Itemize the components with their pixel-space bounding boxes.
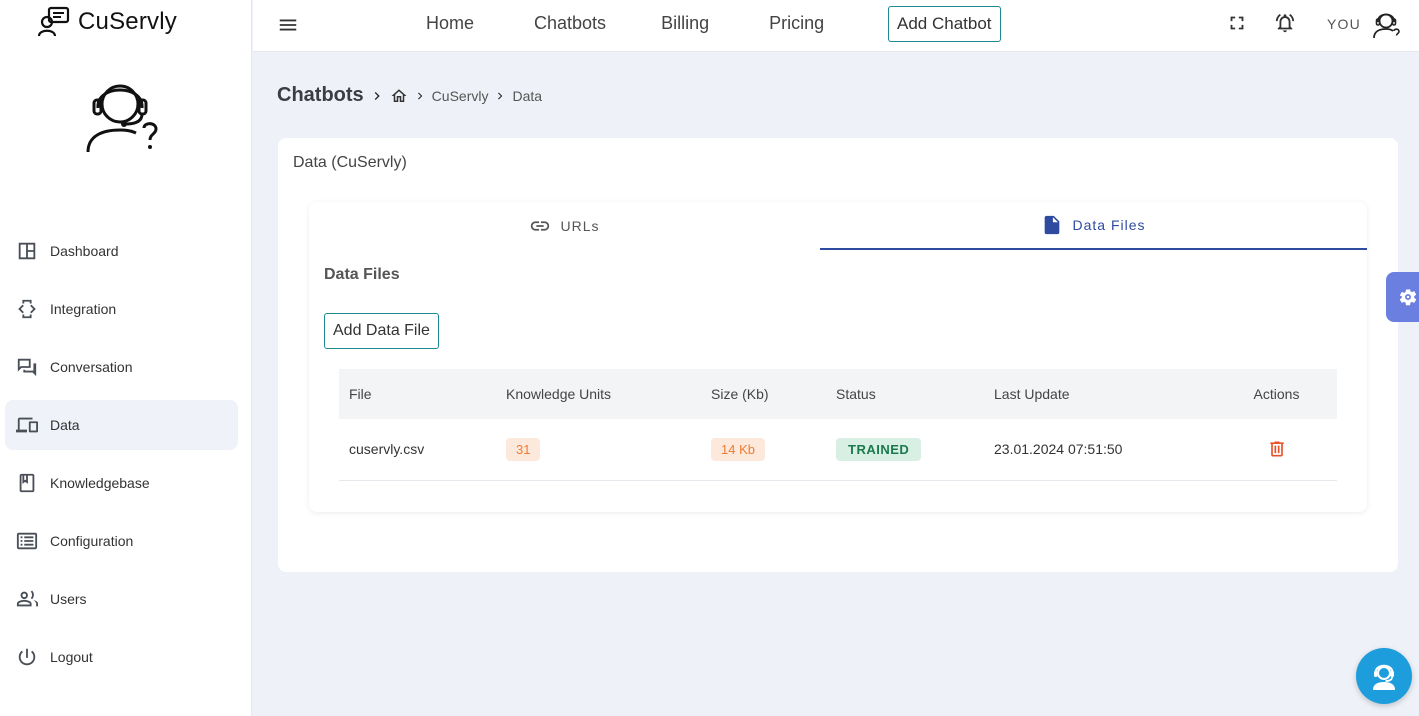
sidebar-item-label: Conversation <box>50 359 133 375</box>
fullscreen-icon <box>1230 16 1244 30</box>
hamburger-icon <box>279 19 297 31</box>
delete-icon[interactable] <box>1267 439 1287 459</box>
home-icon[interactable] <box>390 87 408 105</box>
column-header[interactable]: Status <box>826 369 984 419</box>
knowledge-units-badge: 31 <box>506 437 541 461</box>
devices-icon <box>16 417 38 433</box>
breadcrumb-title[interactable]: Chatbots <box>277 84 364 107</box>
nav-home[interactable]: Home <box>426 13 474 34</box>
sidebar-item-label: Knowledgebase <box>50 475 150 491</box>
sidebar-item-integration[interactable]: Integration <box>5 284 238 334</box>
brand[interactable]: CuServly <box>38 6 177 38</box>
sidebar-item-configuration[interactable]: Configuration <box>5 516 238 566</box>
sidebar-item-knowledgebase[interactable]: Knowledgebase <box>5 458 238 508</box>
power-icon <box>18 648 36 666</box>
gear-icon <box>1399 289 1417 306</box>
section-title: Data Files <box>324 266 400 283</box>
users-icon <box>16 590 38 607</box>
breadcrumb: Chatbots CuServly Data <box>277 84 542 107</box>
sidebar-item-label: Logout <box>50 649 93 665</box>
brand-name: CuServly <box>78 8 177 35</box>
chevron-right-icon <box>417 92 423 99</box>
table-header-row: File Knowledge Units Size (Kb) Status La… <box>339 369 1337 419</box>
card-title: Data (CuServly) <box>293 154 407 171</box>
column-header[interactable]: File <box>339 369 496 419</box>
chevron-right-icon <box>498 92 503 99</box>
breadcrumb-item-current: Data <box>512 87 543 104</box>
file-icon <box>1045 215 1060 235</box>
nav-pricing[interactable]: Pricing <box>769 13 824 34</box>
data-panel: URLs Data Files Data Files Add Data File… <box>309 202 1367 512</box>
file-name: cuservly.csv <box>349 441 425 458</box>
tab-label: URLs <box>560 218 600 234</box>
tab-data-files[interactable]: Data Files <box>820 202 1367 250</box>
data-card: Data (CuServly) URLs Data Files Data Fil… <box>278 138 1398 572</box>
sidebar-item-dashboard[interactable]: Dashboard <box>5 226 238 276</box>
sidebar-item-conversation[interactable]: Conversation <box>5 342 238 392</box>
chevron-right-icon <box>374 91 380 100</box>
menu-toggle-button[interactable] <box>277 14 299 36</box>
sidebar-item-label: Data <box>50 417 80 433</box>
sidebar-item-data[interactable]: Data <box>5 400 238 450</box>
support-agent-avatar-icon <box>1373 13 1400 39</box>
last-update: 23.01.2024 07:51:50 <box>994 441 1123 458</box>
status-badge: TRAINED <box>836 437 922 461</box>
link-icon <box>531 221 550 231</box>
book-icon <box>19 473 35 493</box>
sidebar-item-logout[interactable]: Logout <box>5 632 238 682</box>
settings-button[interactable] <box>1386 272 1419 322</box>
integration-icon <box>18 299 36 319</box>
main-nav: Home Chatbots Billing Pricing <box>426 0 875 46</box>
tabs: URLs Data Files <box>309 202 1367 250</box>
sidebar-menu: Dashboard Integration Conversation Data … <box>5 226 238 690</box>
top-bar: Home Chatbots Billing Pricing Add Chatbo… <box>253 0 1419 52</box>
add-data-file-button[interactable]: Add Data File <box>324 313 439 349</box>
tab-urls[interactable]: URLs <box>309 202 820 250</box>
column-header[interactable]: Size (Kb) <box>701 369 826 419</box>
size-badge: 14 Kb <box>711 437 765 461</box>
actions-cell <box>1206 419 1337 480</box>
sidebar-item-users[interactable]: Users <box>5 574 238 624</box>
add-chatbot-button[interactable]: Add Chatbot <box>888 6 1001 42</box>
fullscreen-button[interactable] <box>1226 12 1248 34</box>
column-header: Actions <box>1253 386 1300 402</box>
bell-icon <box>1275 14 1295 33</box>
sidebar-item-label: Integration <box>50 301 117 317</box>
breadcrumb-item[interactable]: CuServly <box>432 88 489 104</box>
chat-widget-button[interactable] <box>1356 648 1412 704</box>
user-avatar[interactable] <box>1371 9 1401 39</box>
list-icon <box>16 532 38 550</box>
support-agent-icon <box>86 84 158 153</box>
user-label: YOU <box>1327 16 1361 32</box>
nav-billing[interactable]: Billing <box>661 13 709 34</box>
column-header[interactable]: Last Update <box>984 369 1206 419</box>
sidebar-item-label: Configuration <box>50 533 134 549</box>
conversation-icon <box>17 358 37 377</box>
tab-label: Data Files <box>1072 217 1146 233</box>
support-agent-icon <box>1373 664 1395 690</box>
brand-logo-icon <box>38 6 70 37</box>
column-header[interactable]: Knowledge Units <box>496 369 701 419</box>
table-row: cuservly.csv 31 14 Kb TRAINED 23.01.2024… <box>339 419 1337 480</box>
data-files-table: File Knowledge Units Size (Kb) Status La… <box>339 369 1337 481</box>
notifications-button[interactable] <box>1274 12 1296 34</box>
nav-chatbots[interactable]: Chatbots <box>534 13 606 34</box>
dashboard-icon <box>18 242 36 260</box>
sidebar-item-label: Users <box>50 591 87 607</box>
sidebar-item-label: Dashboard <box>50 243 119 259</box>
sidebar: CuServly Dashboard Integration Conversat… <box>0 0 252 716</box>
